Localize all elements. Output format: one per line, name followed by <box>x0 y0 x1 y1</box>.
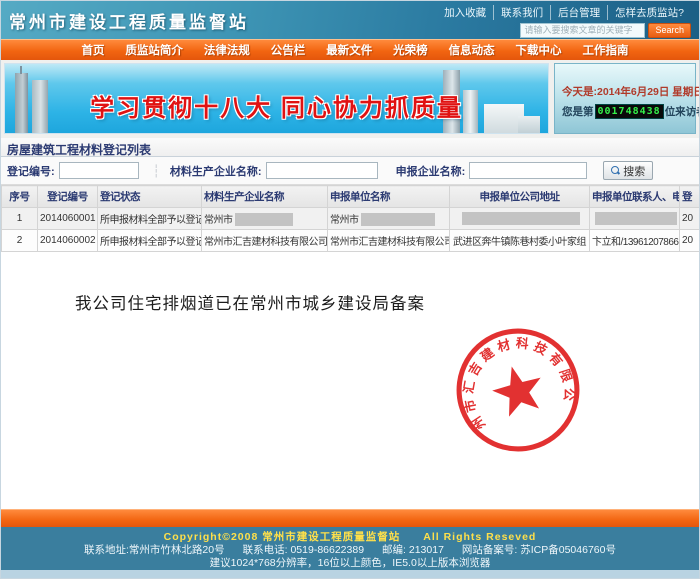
filter-label-declarer: 申报企业名称: <box>396 163 466 179</box>
bottom-strip <box>1 570 699 578</box>
col-header-reg-no: 登记编号 <box>38 186 98 208</box>
table-cell: 常州市汇吉建材科技有限公司 <box>202 230 328 252</box>
table-cell: 20 <box>680 230 700 252</box>
redacted-block <box>235 213 293 226</box>
top-links: 加入收藏 联系我们 后台管理 怎样去质监站? <box>437 5 691 20</box>
filter-input-declarer[interactable] <box>469 162 587 179</box>
header-right: 加入收藏 联系我们 后台管理 怎样去质监站? Search <box>437 1 691 39</box>
footer-address: 联系地址:常州市竹林北路20号 <box>84 544 225 557</box>
visitor-counter: 001748438 <box>595 104 664 119</box>
col-header-index: 序号 <box>2 186 38 208</box>
footer-advice-line: 建议1024*768分辨率，16位以上颜色，IE5.0以上版本浏览器 <box>1 557 699 570</box>
search-magnifier-icon <box>611 166 620 175</box>
header-search: Search <box>520 23 691 38</box>
notice-text: 我公司住宅排烟道已在常州市城乡建设局备案 <box>75 290 425 314</box>
footer-phone: 联系电话: 0519-86622389 <box>243 544 364 557</box>
col-header-contact: 申报单位联系人、电话 <box>590 186 680 208</box>
search-button-label: 搜索 <box>623 163 645 179</box>
visitor-suffix: 位来访者 <box>665 104 700 119</box>
table-cell: 1 <box>2 208 38 230</box>
table-cell: 所申报材料全部予以登记 <box>98 230 202 252</box>
filter-label-reg-no: 登记编号: <box>7 163 55 179</box>
col-header-declarer: 申报单位名称 <box>328 186 450 208</box>
main-nav: 首页 质监站简介 法律法规 公告栏 最新文件 光荣榜 信息动态 下载中心 工作指… <box>1 39 699 60</box>
filter-input-reg-no[interactable] <box>59 162 139 179</box>
footer: Copyright©2008 常州市建设工程质量监督站 All Rights R… <box>1 527 699 570</box>
redacted-block <box>462 212 580 225</box>
table-row: 22014060002所申报材料全部予以登记常州市汇吉建材科技有限公司常州市汇吉… <box>2 230 700 252</box>
page: 常州市建设工程质量监督站 加入收藏 联系我们 后台管理 怎样去质监站? Sear… <box>0 0 700 579</box>
today-date: 今天是:2014年6月29日 星期日 <box>562 84 690 99</box>
nav-item-bulletin[interactable]: 公告栏 <box>271 42 306 58</box>
redacted-block <box>361 213 435 226</box>
search-button[interactable]: 搜索 <box>603 161 653 180</box>
footer-postcode: 邮编: 213017 <box>382 544 444 557</box>
filter-input-producer[interactable] <box>266 162 378 179</box>
col-header-address: 申报单位公司地址 <box>450 186 590 208</box>
table-cell: 2014060002 <box>38 230 98 252</box>
table-cell: 常州市 <box>328 208 450 230</box>
nav-item-latest-docs[interactable]: 最新文件 <box>326 42 372 58</box>
visitor-counter-line: 您是第 001748438 位来访者 <box>562 104 690 119</box>
col-header-status: 登记状态 <box>98 186 202 208</box>
table-cell: 20 <box>680 208 700 230</box>
site-title: 常州市建设工程质量监督站 <box>9 8 249 33</box>
nav-item-news[interactable]: 信息动态 <box>449 42 495 58</box>
nav-item-home[interactable]: 首页 <box>81 42 104 58</box>
footer-contact-line: 联系地址:常州市竹林北路20号 联系电话: 0519-86622389 邮编: … <box>1 544 699 557</box>
seal-star-icon <box>487 360 548 419</box>
table-cell <box>450 208 590 230</box>
top-link-admin[interactable]: 后台管理 <box>551 5 608 20</box>
table-cell: 2 <box>2 230 38 252</box>
content-area: 我公司住宅排烟道已在常州市城乡建设局备案 常州市汇吉建材科技有限公司 <box>1 252 699 509</box>
table-cell: 卞立和/13961207866 <box>590 230 680 252</box>
registration-table: 序号 登记编号 登记状态 材料生产企业名称 申报单位名称 申报单位公司地址 申报… <box>1 185 700 252</box>
site-header: 常州市建设工程质量监督站 加入收藏 联系我们 后台管理 怎样去质监站? Sear… <box>1 1 699 39</box>
filter-label-producer: 材料生产企业名称: <box>170 163 262 179</box>
nav-item-work-guide[interactable]: 工作指南 <box>582 42 628 58</box>
col-header-producer: 材料生产企业名称 <box>202 186 328 208</box>
redacted-block <box>595 212 677 225</box>
table-header-row: 序号 登记编号 登记状态 材料生产企业名称 申报单位名称 申报单位公司地址 申报… <box>2 186 700 208</box>
table-cell <box>590 208 680 230</box>
filter-divider: ┆ <box>153 164 160 178</box>
company-seal: 常州市汇吉建材科技有限公司 <box>438 310 597 469</box>
col-header-date-clipped: 登 <box>680 186 700 208</box>
filter-bar: 登记编号: ┆ 材料生产企业名称: 申报企业名称: 搜索 <box>1 157 699 185</box>
header-search-input[interactable] <box>520 23 645 38</box>
top-link-contact[interactable]: 联系我们 <box>494 5 551 20</box>
table-row: 12014060001所申报材料全部予以登记常州市常州市20 <box>2 208 700 230</box>
date-panel: 今天是:2014年6月29日 星期日 您是第 001748438 位来访者 <box>554 63 696 134</box>
registration-table-wrap: 序号 登记编号 登记状态 材料生产企业名称 申报单位名称 申报单位公司地址 申报… <box>1 185 700 252</box>
banner-slogan: 学习贯彻十八大 同心协力抓质量 <box>5 88 548 123</box>
nav-item-honor-roll[interactable]: 光荣榜 <box>393 42 428 58</box>
footer-icp: 网站备案号: 苏ICP备05046760号 <box>462 544 616 557</box>
table-cell: 武进区奔牛镇陈巷村委小叶家组 <box>450 230 590 252</box>
list-title: 房屋建筑工程材料登记列表 <box>1 138 699 157</box>
header-search-button[interactable]: Search <box>648 23 691 38</box>
footer-orange-bar <box>1 509 699 527</box>
table-cell: 所申报材料全部予以登记 <box>98 208 202 230</box>
top-link-directions[interactable]: 怎样去质监站? <box>608 5 691 20</box>
table-cell: 2014060001 <box>38 208 98 230</box>
top-link-favorites[interactable]: 加入收藏 <box>437 5 494 20</box>
table-cell: 常州市 <box>202 208 328 230</box>
banner-row: 学习贯彻十八大 同心协力抓质量 今天是:2014年6月29日 星期日 您是第 0… <box>1 60 699 138</box>
nav-item-about[interactable]: 质监站简介 <box>125 42 183 58</box>
visitor-prefix: 您是第 <box>562 104 594 119</box>
nav-item-downloads[interactable]: 下载中心 <box>516 42 562 58</box>
copyright-line: Copyright©2008 常州市建设工程质量监督站 All Rights R… <box>1 531 699 544</box>
banner-image: 学习贯彻十八大 同心协力抓质量 <box>4 63 549 134</box>
nav-item-laws[interactable]: 法律法规 <box>204 42 250 58</box>
table-cell: 常州市汇吉建材科技有限公司 <box>328 230 450 252</box>
